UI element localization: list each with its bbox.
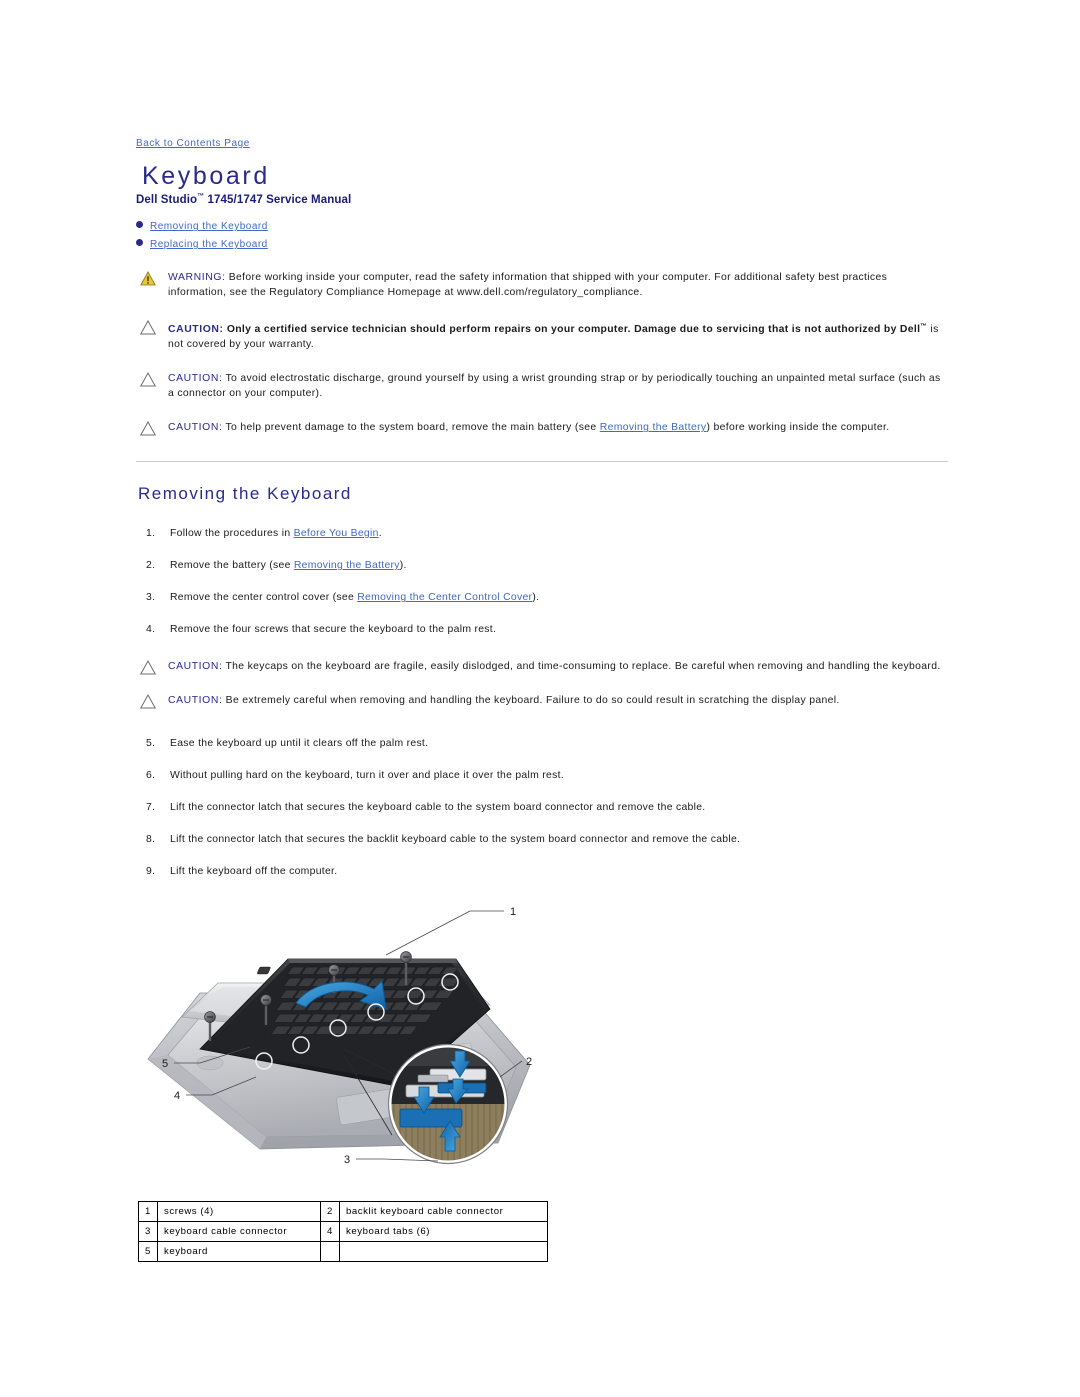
document-page: Back to Contents Page Keyboard Dell Stud… [136,0,948,1263]
legend-number: 1 [139,1202,157,1222]
callout-1: 1 [510,906,516,918]
list-item: Remove the four screws that secure the k… [146,622,948,637]
step-text-tail: ). [532,592,540,604]
notice-text: To avoid electrostatic discharge, ground… [168,373,941,400]
callout-4: 4 [174,1090,180,1102]
notice-keyword: CAUTION: [168,324,224,336]
callout-2: 2 [526,1056,532,1068]
list-item: Follow the procedures in Before You Begi… [146,526,948,541]
caution-notice-display-panel: CAUTION: Be extremely careful when remov… [136,693,948,709]
step-text: Without pulling hard on the keyboard, tu… [170,770,564,782]
step-text-tail: . [378,528,382,540]
legend-label: screws (4) [158,1202,320,1222]
list-item: Replacing the Keyboard [136,236,948,251]
keyboard-removal-diagram: 1 2 3 4 5 [138,897,538,1169]
caution-triangle-icon [140,660,156,675]
legend-label: backlit keyboard cable connector [340,1202,547,1222]
warning-triangle-icon [140,271,156,286]
legend-label [340,1242,547,1262]
caution-triangle-icon [140,694,156,709]
diagram-svg: 1 2 3 4 5 [147,906,532,1166]
step-text: Remove the center control cover (see [170,592,358,604]
notice-keyword: WARNING: [168,272,226,284]
list-item: Lift the keyboard off the computer. [146,864,948,879]
list-item: Lift the connector latch that secures th… [146,800,948,815]
table-row: 5 keyboard [139,1242,547,1262]
subtitle-product: Dell Studio [136,194,198,207]
step-text: Lift the connector latch that secures th… [170,802,706,814]
notice-keyword: CAUTION: [168,661,223,673]
notice-text-tail: ) before working inside the computer. [706,422,890,434]
legend-number: 5 [139,1242,157,1262]
notice-keyword: CAUTION: [168,373,223,385]
caution-notice-keycaps: CAUTION: The keycaps on the keyboard are… [136,659,948,675]
notice-text: Be extremely careful when removing and h… [222,695,840,707]
notice-text: To help prevent damage to the system boa… [222,422,600,434]
toc-link-removing-the-keyboard[interactable]: Removing the Keyboard [150,221,268,232]
step-text: Lift the connector latch that secures th… [170,834,741,846]
caution-notice-electrostatic: CAUTION: To avoid electrostatic discharg… [136,371,948,401]
legend-number: 2 [321,1202,339,1222]
callout-5: 5 [162,1058,168,1070]
figure-legend-table: 1 screws (4) 2 backlit keyboard cable co… [138,1201,548,1263]
table-row: 1 screws (4) 2 backlit keyboard cable co… [139,1202,547,1222]
table-of-contents: Removing the Keyboard Replacing the Keyb… [136,218,948,251]
list-item: Ease the keyboard up until it clears off… [146,736,948,751]
link-before-you-begin[interactable]: Before You Begin [294,528,379,539]
page-title: Keyboard [142,162,270,190]
list-item: Remove the center control cover (see Rem… [146,590,948,605]
list-item: Removing the Keyboard [136,218,948,233]
notice-text: Before working inside your computer, rea… [168,272,888,299]
warning-notice: WARNING: Before working inside your comp… [136,270,948,300]
step-text: Lift the keyboard off the computer. [170,866,338,878]
list-item: Without pulling hard on the keyboard, tu… [146,768,948,783]
legend-number: 4 [321,1222,339,1242]
list-item: Lift the connector latch that secures th… [146,832,948,847]
steps-list-first: Follow the procedures in Before You Begi… [136,526,948,637]
steps-list-second: Ease the keyboard up until it clears off… [136,736,948,879]
legend-label: keyboard [158,1242,320,1262]
link-removing-the-battery[interactable]: Removing the Battery [600,422,707,433]
link-removing-the-battery[interactable]: Removing the Battery [294,560,400,571]
notice-keyword: CAUTION: [168,695,223,707]
caution-triangle-icon [140,421,156,436]
callout-3: 3 [344,1154,350,1166]
step-text-tail: ). [399,560,407,572]
legend-label: keyboard cable connector [158,1222,320,1242]
caution-notice-system-board: CAUTION: To help prevent damage to the s… [136,420,948,436]
document-subtitle: Dell Studio™ 1745/1747 Service Manual [136,193,948,206]
notice-keyword: CAUTION: [168,422,223,434]
bullet-icon [136,239,143,247]
back-to-contents-link[interactable]: Back to Contents Page [136,138,250,149]
table-row: 3 keyboard cable connector 4 keyboard ta… [139,1222,547,1242]
section-heading-removing-the-keyboard: Removing the Keyboard [138,484,352,504]
notice-text: The keycaps on the keyboard are fragile,… [222,661,941,673]
subtitle-manual: 1745/1747 Service Manual [204,194,352,207]
list-item: Remove the battery (see Removing the Bat… [146,558,948,573]
legend-label: keyboard tabs (6) [340,1222,547,1242]
step-text: Ease the keyboard up until it clears off… [170,738,429,750]
bullet-icon [136,221,143,229]
caution-notice-certified-technician: CAUTION: Only a certified service techni… [136,319,948,352]
section-divider [136,461,948,463]
notice-text: Only a certified service technician shou… [223,324,921,336]
caution-triangle-icon [140,320,156,335]
step-text: Remove the four screws that secure the k… [170,624,497,636]
legend-number: 3 [139,1222,157,1242]
caution-triangle-icon [140,372,156,387]
step-text: Remove the battery (see [170,560,294,572]
legend-number [321,1242,339,1262]
toc-link-replacing-the-keyboard[interactable]: Replacing the Keyboard [150,239,268,250]
step-text: Follow the procedures in [170,528,294,540]
link-removing-the-center-control-cover[interactable]: Removing the Center Control Cover [357,592,532,603]
